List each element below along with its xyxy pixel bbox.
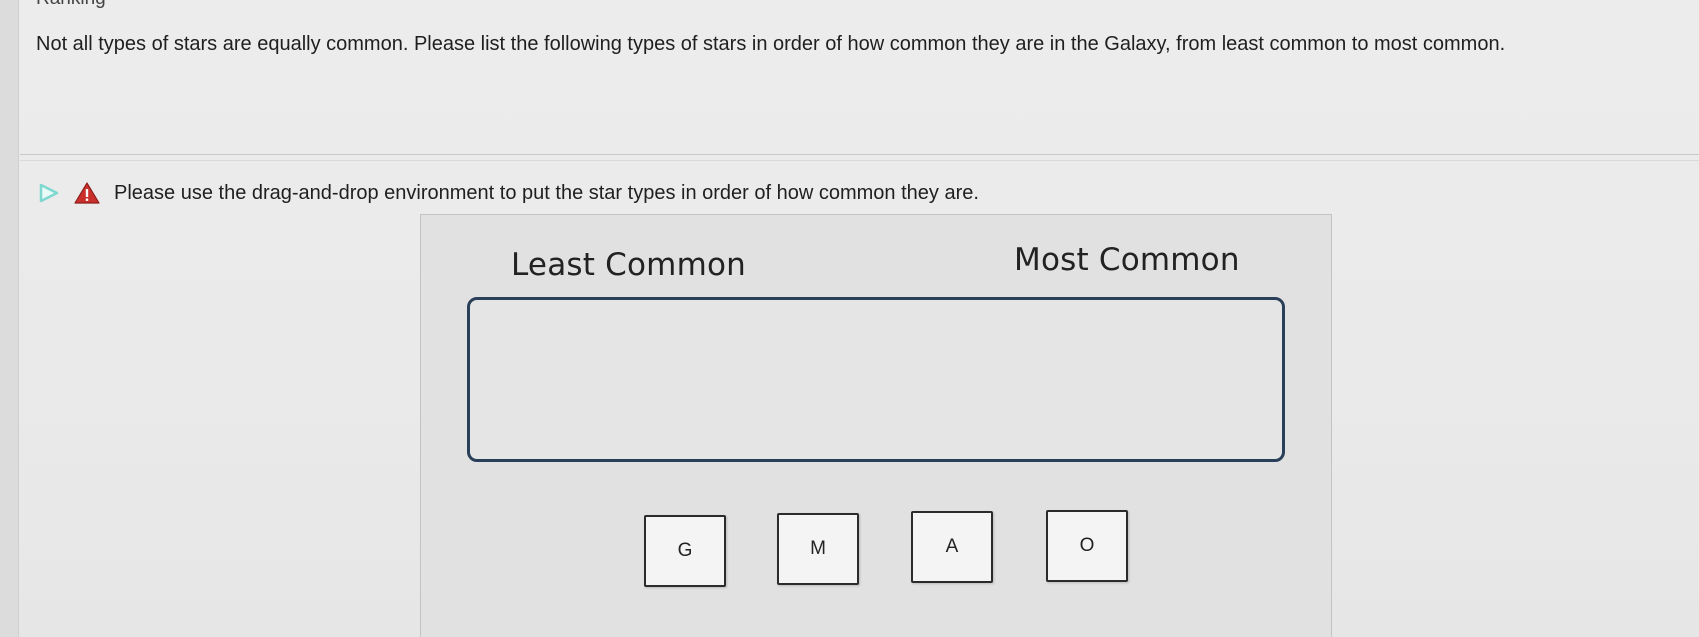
part-prompt: Please use the drag-and-drop environment… bbox=[114, 181, 979, 204]
triangle-right-icon[interactable] bbox=[38, 182, 60, 204]
star-tile-g[interactable]: G bbox=[644, 515, 726, 587]
section-divider bbox=[20, 154, 1699, 155]
warning-icon bbox=[74, 181, 100, 205]
left-rail bbox=[0, 0, 19, 637]
star-tile-o[interactable]: O bbox=[1046, 510, 1128, 582]
star-tile-a[interactable]: A bbox=[911, 511, 993, 583]
star-tile-m[interactable]: M bbox=[777, 513, 859, 585]
question-text: Not all types of stars are equally commo… bbox=[36, 33, 1506, 55]
ranking-drop-zone[interactable] bbox=[467, 297, 1285, 462]
section-heading: Ranking bbox=[36, 0, 106, 10]
part-row: Please use the drag-and-drop environment… bbox=[38, 178, 979, 208]
label-least-common: Least Common bbox=[511, 247, 746, 283]
drag-and-drop-panel: Least Common Most Common G M A O bbox=[420, 214, 1332, 637]
label-most-common: Most Common bbox=[1014, 242, 1240, 278]
section-divider-inner bbox=[20, 160, 1699, 161]
